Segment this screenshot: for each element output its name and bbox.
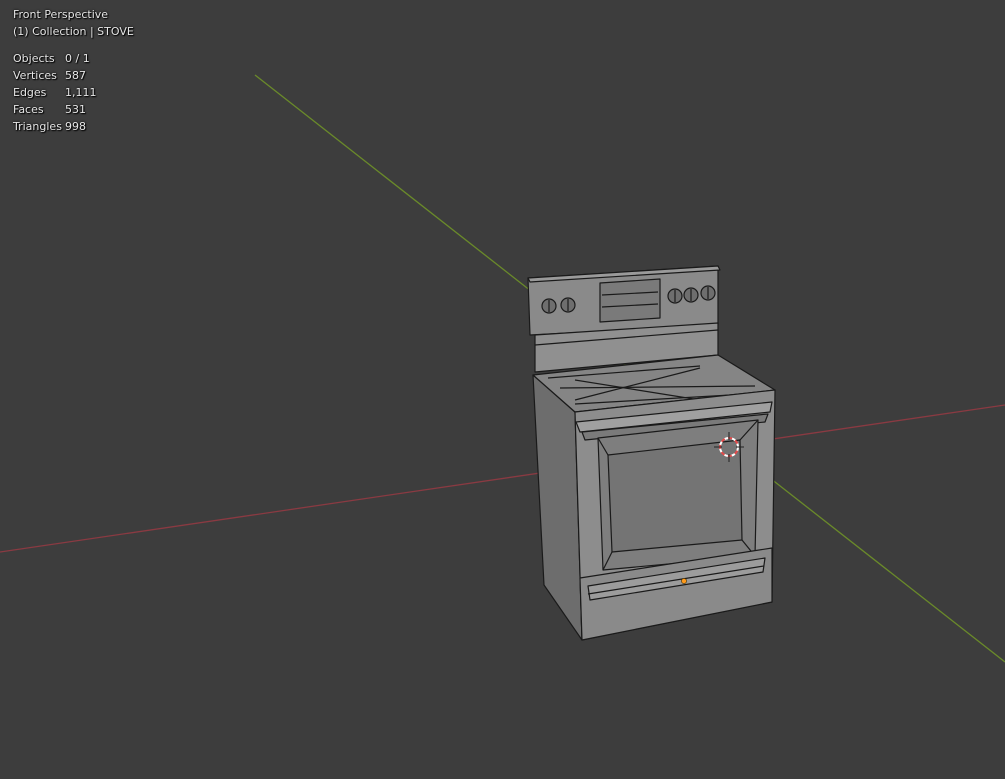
stat-row-faces: Faces 531: [13, 101, 134, 118]
view-name: Front Perspective: [13, 8, 109, 21]
scene-statistics: Objects 0 / 1 Vertices 587 Edges 1,111 F…: [13, 50, 134, 135]
knob-right-1: [667, 288, 683, 304]
x-axis-line: [0, 404, 1005, 553]
stat-value: 531: [65, 103, 86, 116]
viewport-canvas[interactable]: [0, 0, 1005, 779]
stat-row-triangles: Triangles 998: [13, 118, 134, 135]
stat-row-edges: Edges 1,111: [13, 84, 134, 101]
3d-viewport[interactable]: Front Perspective (1) Collection | STOVE…: [0, 0, 1005, 779]
collection-label: (1) Collection | STOVE: [13, 25, 134, 38]
stat-label: Triangles: [13, 120, 62, 133]
stat-value: 1,111: [65, 86, 97, 99]
knob-right-3: [700, 285, 716, 301]
knob-left-2: [560, 297, 576, 313]
knob-left-1: [541, 298, 557, 314]
knob-right-2: [683, 287, 699, 303]
stat-row-vertices: Vertices 587: [13, 67, 134, 84]
viewport-info-overlay: Front Perspective (1) Collection | STOVE…: [13, 6, 134, 135]
stat-label: Edges: [13, 86, 47, 99]
stat-row-objects: Objects 0 / 1: [13, 50, 134, 67]
stat-label: Objects: [13, 52, 55, 65]
stat-label: Faces: [13, 103, 44, 116]
object-origin-icon[interactable]: [681, 578, 687, 584]
stat-value: 587: [65, 69, 86, 82]
stove-mesh[interactable]: [527, 265, 776, 641]
stat-value: 0 / 1: [65, 52, 90, 65]
stat-value: 998: [65, 120, 86, 133]
stat-label: Vertices: [13, 69, 57, 82]
